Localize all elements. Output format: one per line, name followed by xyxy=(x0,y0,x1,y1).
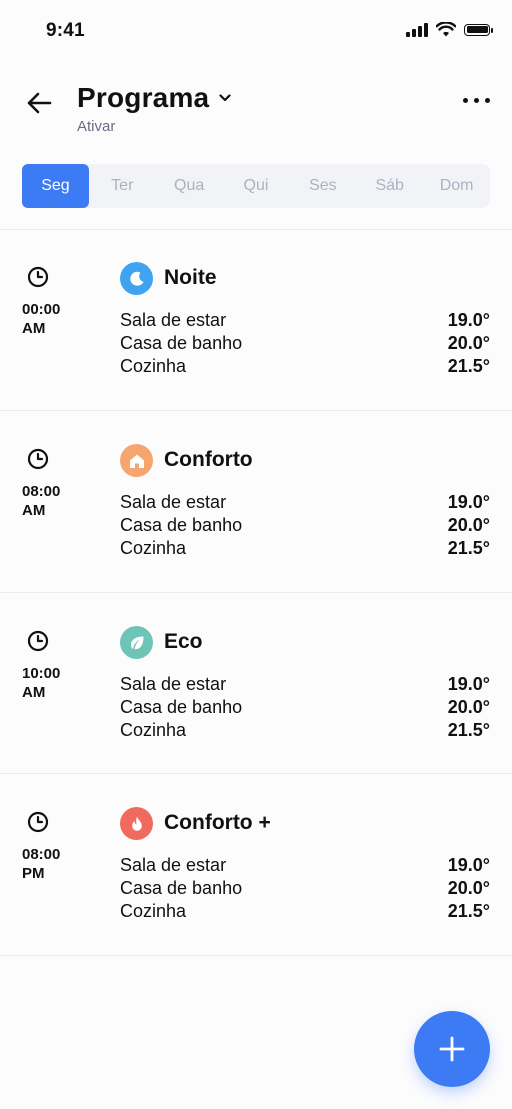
room-name: Cozinha xyxy=(120,538,187,558)
room-temp: 20.0° xyxy=(447,878,490,898)
tab-seg[interactable]: Seg xyxy=(22,164,89,208)
status-icons xyxy=(406,22,493,37)
room-temp: 19.0° xyxy=(447,310,490,330)
back-button[interactable] xyxy=(24,88,54,118)
room-row: Casa de banho 20.0° xyxy=(120,514,490,537)
time-period: AM xyxy=(22,502,46,519)
room-temp: 20.0° xyxy=(447,697,490,717)
room-name: Casa de banho xyxy=(120,878,243,898)
clock-icon xyxy=(27,630,49,652)
clock-icon xyxy=(27,448,49,470)
room-name: Cozinha xyxy=(120,356,187,376)
room-row: Cozinha 21.5° xyxy=(120,355,490,378)
schedule-entry[interactable]: 08:00 PM Conforto + Sala de estar 19.0° C… xyxy=(0,775,512,956)
leaf-icon xyxy=(120,626,153,659)
room-name: Casa de banho xyxy=(120,333,243,353)
add-schedule-button[interactable] xyxy=(414,1011,490,1087)
room-row: Casa de banho 20.0° xyxy=(120,696,490,719)
dot xyxy=(463,98,468,103)
signal-icon xyxy=(406,22,428,37)
room-row: Cozinha 21.5° xyxy=(120,537,490,560)
schedule-entry[interactable]: 10:00 AM Eco Sala de estar 19.0° Casa de … xyxy=(0,594,512,775)
wifi-icon xyxy=(436,22,456,37)
room-temp: 21.5° xyxy=(447,538,490,558)
tab-qui[interactable]: Qui xyxy=(223,164,290,208)
divider xyxy=(0,592,512,593)
room-name: Sala de estar xyxy=(120,310,227,330)
room-temp: 19.0° xyxy=(447,674,490,694)
time-period: AM xyxy=(22,684,46,701)
room-row: Sala de estar 19.0° xyxy=(120,491,490,514)
schedule-entry[interactable]: 00:00 AM Noite Sala de estar 19.0° Casa d… xyxy=(0,230,512,411)
dot xyxy=(474,98,479,103)
status-time: 9:41 xyxy=(46,20,85,41)
entry-time: 00:00 AM xyxy=(22,300,60,338)
room-temp: 20.0° xyxy=(447,515,490,535)
room-row: Sala de estar 19.0° xyxy=(120,309,490,332)
room-name: Sala de estar xyxy=(120,674,227,694)
room-list: Sala de estar 19.0° Casa de banho 20.0° Co… xyxy=(120,673,490,742)
room-name: Sala de estar xyxy=(120,492,227,512)
tab-ter[interactable]: Ter xyxy=(89,164,156,208)
room-temp: 19.0° xyxy=(447,855,490,875)
moon-icon xyxy=(120,262,153,295)
room-row: Casa de banho 20.0° xyxy=(120,332,490,355)
room-temp: 21.5° xyxy=(447,356,490,376)
mode-name: Noite xyxy=(164,266,217,289)
room-temp: 19.0° xyxy=(447,492,490,512)
mode-name: Eco xyxy=(164,630,203,653)
room-name: Casa de banho xyxy=(120,515,243,535)
page-title: Programa xyxy=(77,82,210,113)
room-temp: 20.0° xyxy=(447,333,490,353)
plus-icon xyxy=(439,1036,465,1062)
time-period: PM xyxy=(22,865,45,882)
entry-time: 08:00 AM xyxy=(22,482,60,520)
chevron-down-icon xyxy=(219,94,231,102)
header: Programa Ativar xyxy=(0,80,512,140)
clock-icon xyxy=(27,266,49,288)
page-subtitle: Ativar xyxy=(77,118,116,135)
room-list: Sala de estar 19.0° Casa de banho 20.0° Co… xyxy=(120,491,490,560)
room-row: Cozinha 21.5° xyxy=(120,900,490,923)
tab-sab[interactable]: Sáb xyxy=(356,164,423,208)
divider xyxy=(0,410,512,411)
home-icon xyxy=(120,444,153,477)
time-value: 08:00 xyxy=(22,483,61,500)
entry-time: 10:00 AM xyxy=(22,664,60,702)
arrow-left-icon xyxy=(27,92,52,114)
room-row: Casa de banho 20.0° xyxy=(120,877,490,900)
schedule-entry[interactable]: 08:00 AM Conforto Sala de estar 19.0° Cas… xyxy=(0,412,512,593)
program-selector[interactable]: Programa xyxy=(77,82,231,114)
time-period: AM xyxy=(22,320,46,337)
clock-icon xyxy=(27,811,49,833)
room-row: Sala de estar 19.0° xyxy=(120,673,490,696)
divider xyxy=(0,955,512,956)
status-bar: 9:41 xyxy=(0,0,512,60)
tab-qua[interactable]: Qua xyxy=(156,164,223,208)
room-list: Sala de estar 19.0° Casa de banho 20.0° Co… xyxy=(120,309,490,378)
room-temp: 21.5° xyxy=(447,720,490,740)
room-list: Sala de estar 19.0° Casa de banho 20.0° Co… xyxy=(120,854,490,923)
tab-dom[interactable]: Dom xyxy=(423,164,490,208)
tab-ses[interactable]: Ses xyxy=(289,164,356,208)
room-name: Cozinha xyxy=(120,901,187,921)
room-row: Sala de estar 19.0° xyxy=(120,854,490,877)
mode-name: Conforto xyxy=(164,448,253,471)
time-value: 08:00 xyxy=(22,846,61,863)
room-row: Cozinha 21.5° xyxy=(120,719,490,742)
dot xyxy=(485,98,490,103)
time-value: 00:00 xyxy=(22,301,61,318)
entry-time: 08:00 PM xyxy=(22,845,60,883)
room-name: Casa de banho xyxy=(120,697,243,717)
battery-icon xyxy=(464,23,493,36)
room-name: Cozinha xyxy=(120,720,187,740)
divider xyxy=(0,773,512,774)
time-value: 10:00 xyxy=(22,665,61,682)
room-temp: 21.5° xyxy=(447,901,490,921)
mode-name: Conforto + xyxy=(164,811,271,834)
flame-icon xyxy=(120,807,153,840)
day-tabs: Seg Ter Qua Qui Ses Sáb Dom xyxy=(22,164,490,208)
room-name: Sala de estar xyxy=(120,855,227,875)
more-options-button[interactable] xyxy=(463,92,490,109)
